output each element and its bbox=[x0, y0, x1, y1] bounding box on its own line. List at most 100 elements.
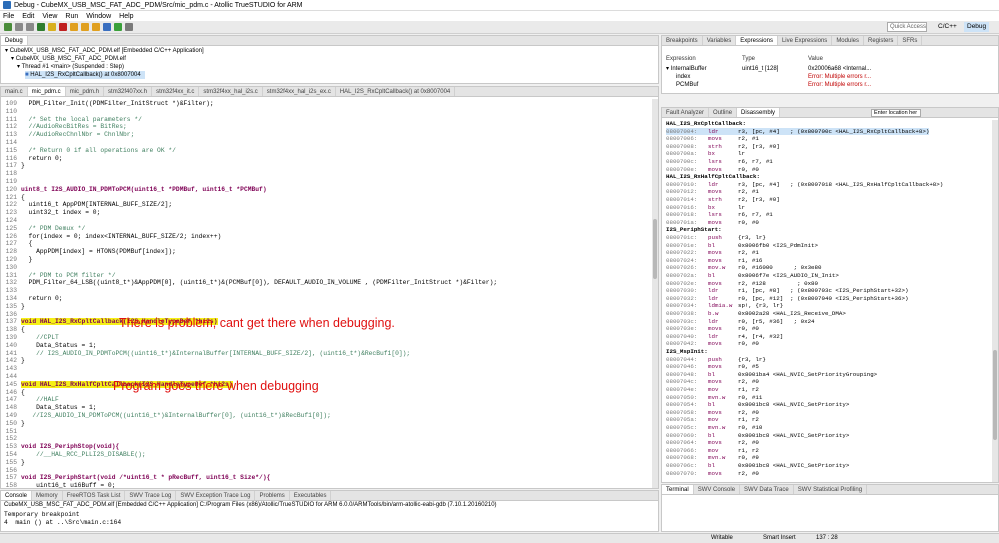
tab-console[interactable]: Console bbox=[1, 491, 33, 500]
tab-swv-trace-log[interactable]: SWV Trace Log bbox=[125, 491, 177, 500]
disassembly-line[interactable]: 08007024: movs r1, #16 bbox=[666, 257, 762, 265]
code-line[interactable]: 109 PDM_Filter_Init((PDMFilter_InitStruc… bbox=[3, 99, 214, 109]
menu-run[interactable]: Run bbox=[65, 13, 78, 20]
step-return-icon[interactable] bbox=[92, 23, 100, 31]
code-line[interactable]: 113 //AudioRecChnlNbr = ChnlNbr; bbox=[3, 130, 135, 140]
code-line[interactable]: 149 //I2S_AUDIO_IN_PDMToPCM((uint16_t*)&… bbox=[3, 411, 331, 421]
code-line[interactable]: 158 uint16_t u16Buff = 0; bbox=[3, 481, 116, 488]
disassembly-line[interactable]: 0800701e: bl 0x8006fb0 <I2S_PdmInit> bbox=[666, 242, 818, 250]
expr-row-0[interactable]: ▾ InternalBuffer bbox=[666, 65, 707, 73]
disassembly-line[interactable]: 08007044: push {r3, lr} bbox=[666, 356, 766, 364]
disassembly-line[interactable]: 0800700e: movs r0, #0 bbox=[666, 166, 759, 174]
disassembly-line[interactable]: 08007032: ldr r0, [pc, #12] ; (0x8007040 <… bbox=[666, 295, 908, 303]
disassembly-line[interactable]: 0800702a: bl 0x8006f7e <I2S_AUDIO_IN_Init> bbox=[666, 272, 839, 280]
tab-variables[interactable]: Variables bbox=[703, 36, 737, 45]
tree-frame[interactable]: ■ HAL_I2S_RxCpltCallback() at 0x8007004 bbox=[25, 71, 145, 79]
disassembly-line[interactable]: 08007022: movs r2, #1 bbox=[666, 249, 759, 257]
menu-help[interactable]: Help bbox=[119, 13, 133, 20]
tab-memory[interactable]: Memory bbox=[32, 491, 63, 500]
disassembly-line[interactable]: 08007054: bl 0x8001bc8 <HAL_NVIC_SetPriori… bbox=[666, 401, 849, 409]
menu-view[interactable]: View bbox=[42, 13, 57, 20]
build-icon[interactable] bbox=[125, 23, 133, 31]
menu-file[interactable]: File bbox=[3, 13, 14, 20]
disassembly-line[interactable]: 08007048: bl 0x8001ba4 <HAL_NVIC_SetPriori… bbox=[666, 371, 877, 379]
tree-launch[interactable]: ▾ CubeMX_USB_MSC_FAT_ADC_PDM.elf [Embedd… bbox=[5, 47, 204, 55]
print-icon[interactable] bbox=[26, 23, 34, 31]
tab-swv-console[interactable]: SWV Console bbox=[694, 485, 741, 494]
tab-outline[interactable]: Outline bbox=[709, 108, 738, 117]
disassembly-line[interactable]: 0800700c: lsrs r6, r7, #1 bbox=[666, 158, 773, 166]
new-icon[interactable] bbox=[4, 23, 12, 31]
code-line[interactable]: 141 // I2S_AUDIO_IN_PDMToPCM((uint16_t*)… bbox=[3, 349, 411, 359]
tab-modules[interactable]: Modules bbox=[832, 36, 864, 45]
disassembly-line[interactable]: 0800705a: mov r1, r2 bbox=[666, 416, 759, 424]
disassembly-line[interactable]: 08007042: movs r0, #0 bbox=[666, 340, 759, 348]
tab-expressions[interactable]: Expressions bbox=[736, 36, 778, 45]
disassembly-line[interactable]: 08007012: movs r2, #1 bbox=[666, 188, 759, 196]
tab-debug[interactable]: Debug bbox=[1, 36, 28, 45]
tab-live-expressions[interactable]: Live Expressions bbox=[778, 36, 833, 45]
tab-executables[interactable]: Executables bbox=[290, 491, 332, 500]
disassembly-label[interactable]: I2S_PeriphStart: bbox=[666, 226, 722, 234]
disassembly-area[interactable]: HAL_I2S_RxCpltCallback: 08007004: ldr r3, [… bbox=[662, 120, 990, 482]
disassembly-line[interactable]: 08007046: movs r0, #5 bbox=[666, 363, 759, 371]
suspend-icon[interactable] bbox=[48, 23, 56, 31]
disassembly-line[interactable]: 08007068: mvn.w r0, #9 bbox=[666, 454, 759, 462]
disassembly-label[interactable]: HAL_I2S_RxHalfCpltCallback: bbox=[666, 173, 760, 181]
menu-edit[interactable]: Edit bbox=[22, 13, 34, 20]
disassembly-line[interactable]: 08007004: ldr r3, [pc, #4] ; (0x800700c <H… bbox=[666, 127, 930, 136]
tab-stm32f4xx-it-c[interactable]: stm32f4xx_it.c bbox=[152, 87, 200, 96]
tab-disassembly[interactable]: Disassembly bbox=[737, 108, 781, 117]
tab-swv-data-trace[interactable]: SWV Data Trace bbox=[740, 485, 794, 494]
disassembly-line[interactable]: 0800705c: mvn.w r0, #10 bbox=[666, 424, 762, 432]
disassembly-line[interactable]: 08007040: ldr r4, [r4, #32] bbox=[666, 333, 783, 341]
tab-freertos[interactable]: FreeRTOS Task List bbox=[63, 491, 126, 500]
tab-mic-pdm-c[interactable]: mic_pdm.c bbox=[27, 87, 66, 96]
tab-hal-i2s-c[interactable]: stm32f4xx_hal_i2s.c bbox=[199, 87, 263, 96]
step-into-icon[interactable] bbox=[70, 23, 78, 31]
tab-problems[interactable]: Problems bbox=[255, 491, 290, 500]
disassembly-line[interactable]: 08007064: movs r2, #0 bbox=[666, 439, 759, 447]
disassembly-label[interactable]: I2S_MspInit: bbox=[666, 348, 708, 356]
step-over-icon[interactable] bbox=[81, 23, 89, 31]
tab-main-c[interactable]: main.c bbox=[1, 87, 28, 96]
disassembly-line[interactable]: 08007030: ldr r1, [pc, #8] ; (0x800703c <I… bbox=[666, 287, 908, 295]
disassembly-line[interactable]: 0800704e: mov r1, r2 bbox=[666, 386, 759, 394]
tab-swv-profiling[interactable]: SWV Statistical Profiling bbox=[794, 485, 868, 494]
expr-row-1[interactable]: index bbox=[676, 73, 690, 81]
disassembly-line[interactable]: 08007008: strh r2, [r3, #0] bbox=[666, 143, 780, 151]
tab-hal-i2s-ex-c[interactable]: stm32f4xx_hal_i2s_ex.c bbox=[263, 87, 336, 96]
tab-breakpoints[interactable]: Breakpoints bbox=[662, 36, 703, 45]
disassembly-line[interactable]: 08007058: movs r2, #0 bbox=[666, 409, 759, 417]
perspective-cpp[interactable]: C/C++ bbox=[935, 22, 960, 32]
disassembly-line[interactable]: 0800700a: bx lr bbox=[666, 150, 745, 158]
tab-swv-exception[interactable]: SWV Exception Trace Log bbox=[176, 491, 256, 500]
perspective-debug[interactable]: Debug bbox=[964, 22, 990, 32]
disassembly-line[interactable]: 08007038: b.w 0x8002a28 <HAL_I2S_Receive_D… bbox=[666, 310, 846, 318]
code-line[interactable]: 126 for(index = 0; index<INTERNAL_BUFF_S… bbox=[3, 232, 222, 242]
code-line[interactable]: 120 uint8_t I2S_AUDIO_IN_PDMToPCM(uint16_… bbox=[3, 185, 267, 195]
location-input[interactable]: Enter location her bbox=[871, 109, 921, 117]
tree-thread[interactable]: ▾ Thread #1 <main> (Suspended : Step) bbox=[17, 63, 124, 71]
tab-sfrs[interactable]: SFRs bbox=[898, 36, 923, 45]
disassembly-scrollbar[interactable] bbox=[992, 120, 998, 482]
save-icon[interactable] bbox=[15, 23, 23, 31]
disassembly-line[interactable]: 08007010: ldr r3, [pc, #4] ; (0x8007018 <H… bbox=[666, 181, 943, 189]
tab-registers[interactable]: Registers bbox=[864, 36, 899, 45]
menu-window[interactable]: Window bbox=[86, 13, 111, 20]
editor-scroll-thumb[interactable] bbox=[653, 219, 657, 279]
disassembly-line[interactable]: 0800703c: ldr r0, [r5, #36] ; 0x24 bbox=[666, 318, 815, 326]
run-icon[interactable] bbox=[114, 23, 122, 31]
code-line[interactable]: 132 PDM_Filter_64_LSB((uint8_t*)&AppPDM[… bbox=[3, 278, 497, 288]
disassembly-line[interactable]: 08007018: lsrs r6, r7, #1 bbox=[666, 211, 773, 219]
tab-mic-pdm-h[interactable]: mic_pdm.h bbox=[66, 87, 105, 96]
tab-fault-analyzer[interactable]: Fault Analyzer bbox=[662, 108, 710, 117]
disassembly-line[interactable]: 08007060: bl 0x8001bc8 <HAL_NVIC_SetPriori… bbox=[666, 432, 849, 440]
disassembly-scroll-thumb[interactable] bbox=[993, 350, 997, 440]
disassembly-line[interactable]: 0800701a: movs r0, #0 bbox=[666, 219, 759, 227]
disassembly-label[interactable]: HAL_I2S_RxCpltCallback: bbox=[666, 120, 746, 128]
disassembly-line[interactable]: 08007026: mov.w r0, #16000 ; 0x3e80 bbox=[666, 264, 822, 272]
editor-scrollbar[interactable] bbox=[652, 99, 658, 488]
disassembly-line[interactable]: 0800702e: movs r2, #128 ; 0x80 bbox=[666, 280, 818, 288]
disassembly-line[interactable]: 08007070: movs r2, #0 bbox=[666, 470, 759, 478]
